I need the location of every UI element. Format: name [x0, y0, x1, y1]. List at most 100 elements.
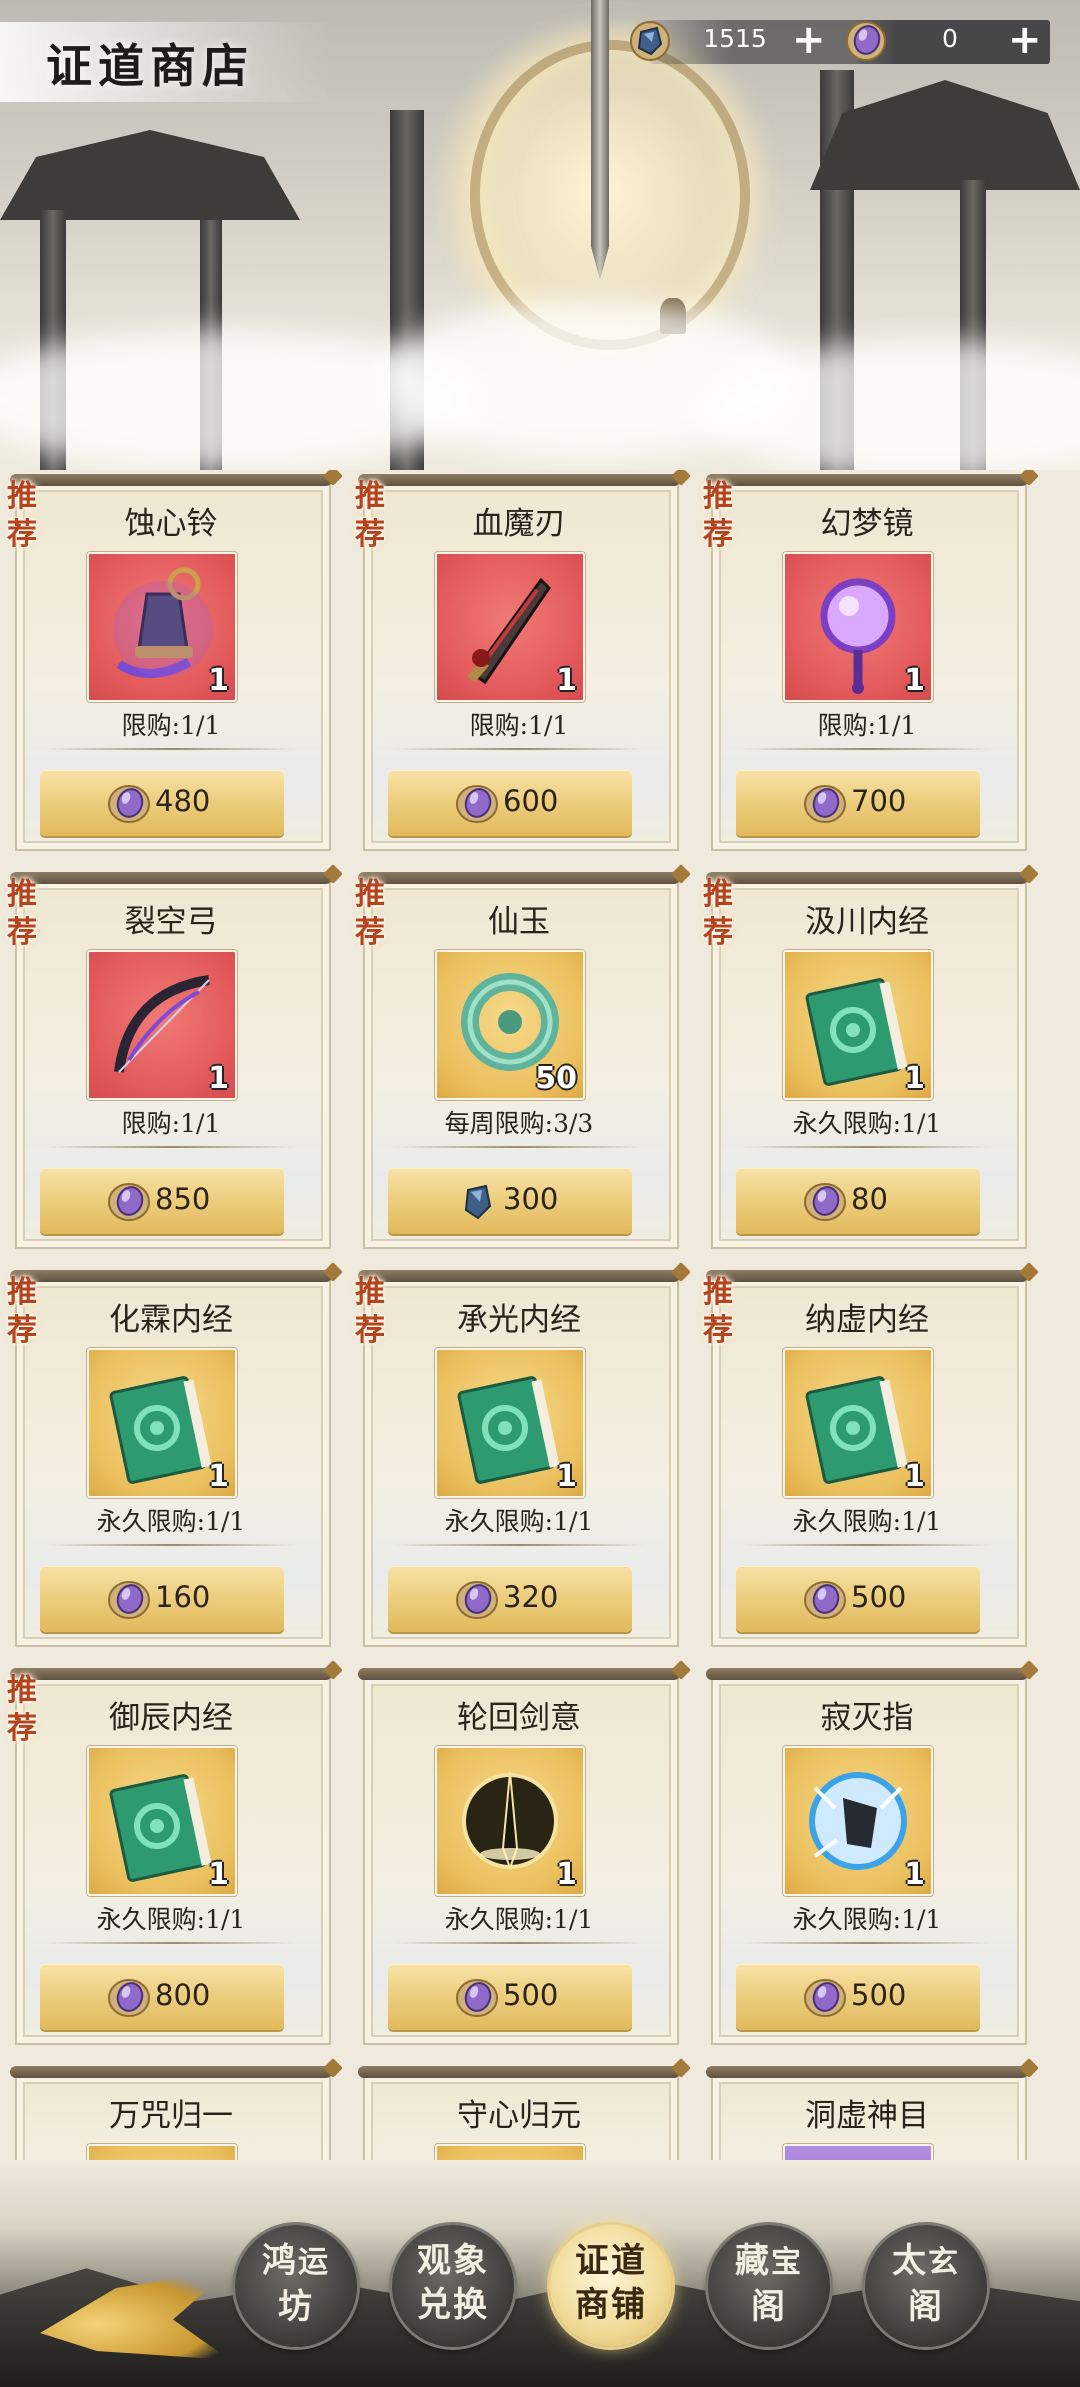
divider — [393, 748, 645, 750]
buy-button[interactable]: 600 — [388, 770, 632, 836]
nav-label-line2: 坊 — [278, 2287, 314, 2327]
currency-blue-value: 1515 — [703, 24, 767, 53]
shop-item-card[interactable]: 推荐 蚀心铃 1 限购:1/1 480 — [0, 470, 340, 851]
purple-crystal-icon — [108, 785, 150, 823]
shop-item-card[interactable]: 推荐 血魔刃 1 限购:1/1 600 — [348, 470, 688, 851]
shop-item-card[interactable]: 推荐 汲川内经 1 永久限购:1/1 80 — [696, 868, 1036, 1249]
divider — [45, 1544, 297, 1546]
purple-crystal-icon — [804, 1979, 846, 2017]
nav-tab-5[interactable]: 太玄阁 — [865, 2225, 987, 2347]
item-icon[interactable]: 1 — [87, 1348, 237, 1498]
item-icon[interactable]: 1 — [87, 1746, 237, 1896]
buy-button[interactable]: 80 — [736, 1168, 980, 1234]
purchase-limit: 永久限购:1/1 — [792, 1905, 942, 1934]
shop-item-card[interactable]: 推荐 幻梦镜 1 限购:1/1 700 — [696, 470, 1036, 851]
item-icon[interactable]: 1 — [783, 1746, 933, 1896]
nav-label-line2: 阁 — [751, 2287, 787, 2327]
nav-tab-2[interactable]: 观象 兑换 — [392, 2225, 514, 2347]
item-price: 500 — [851, 1580, 907, 1614]
item-price: 500 — [503, 1978, 559, 2012]
purple-crystal-icon — [456, 1581, 498, 1619]
buy-button[interactable]: 850 — [40, 1168, 284, 1234]
buy-button[interactable]: 320 — [388, 1566, 632, 1632]
add-purple-currency-button[interactable]: + — [1008, 18, 1042, 62]
shop-item-card[interactable]: 万咒归一 — [0, 2062, 340, 2160]
buy-button[interactable]: 480 — [40, 770, 284, 836]
buy-button[interactable]: 700 — [736, 770, 980, 836]
nav-tab-4[interactable]: 藏宝阁 — [708, 2225, 830, 2347]
item-name: 化霖内经 — [109, 1302, 233, 1338]
purchase-limit: 永久限购:1/1 — [444, 1507, 594, 1536]
item-name: 血魔刃 — [472, 506, 566, 542]
item-icon[interactable]: 1 — [783, 950, 933, 1100]
purchase-limit: 永久限购:1/1 — [444, 1905, 594, 1934]
item-icon — [785, 2146, 931, 2160]
nav-label-line2: 兑换 — [417, 2285, 489, 2325]
shop-item-card[interactable]: 推荐 化霖内经 1 永久限购:1/1 160 — [0, 1266, 340, 1647]
divider — [393, 1942, 645, 1944]
nav-label-line2: 阁 — [908, 2287, 944, 2327]
purple-crystal-icon — [804, 1183, 846, 1221]
shop-item-card[interactable]: 推荐 御辰内经 1 永久限购:1/1 800 — [0, 1664, 340, 2045]
purple-crystal-icon — [804, 785, 846, 823]
item-price: 80 — [851, 1182, 888, 1216]
shop-item-card[interactable]: 推荐 承光内经 1 永久限购:1/1 320 — [348, 1266, 688, 1647]
nav-tab-label: 证道 商铺 — [558, 2239, 664, 2327]
nav-label-line1: 藏 — [735, 2241, 771, 2281]
nav-tab-3[interactable]: 证道 商铺 — [550, 2225, 672, 2347]
item-name: 幻梦镜 — [820, 506, 914, 542]
purchase-limit: 限购:1/1 — [469, 711, 569, 740]
divider — [741, 1146, 993, 1148]
scroll-rod — [10, 1668, 332, 1680]
item-quantity: 1 — [904, 663, 925, 698]
item-name: 汲川内经 — [805, 904, 929, 940]
item-icon[interactable]: 1 — [87, 552, 237, 702]
item-icon[interactable] — [435, 2144, 585, 2160]
shop-item-card[interactable]: 洞虚神目 — [696, 2062, 1036, 2160]
shop-item-card[interactable]: 寂灭指 1 永久限购:1/1 500 — [696, 1664, 1036, 2045]
item-icon[interactable]: 50 — [435, 950, 585, 1100]
buy-button[interactable]: 300 — [388, 1168, 632, 1234]
blue-stone-icon — [630, 21, 670, 61]
item-icon — [89, 2146, 235, 2160]
buy-button[interactable]: 160 — [40, 1566, 284, 1632]
item-quantity: 1 — [556, 1459, 577, 1494]
item-name: 承光内经 — [457, 1302, 581, 1338]
scroll-rod — [10, 872, 332, 884]
shop-item-card[interactable]: 轮回剑意 1 永久限购:1/1 500 — [348, 1664, 688, 2045]
shop-item-card[interactable]: 推荐 纳虚内经 1 永久限购:1/1 500 — [696, 1266, 1036, 1647]
item-icon[interactable]: 1 — [87, 950, 237, 1100]
item-quantity: 1 — [208, 1061, 229, 1096]
buy-button[interactable]: 500 — [388, 1964, 632, 2030]
item-quantity: 1 — [904, 1459, 925, 1494]
divider — [393, 1146, 645, 1148]
add-blue-currency-button[interactable]: + — [792, 18, 826, 62]
shop-item-card[interactable]: 守心归元 — [348, 2062, 688, 2160]
item-icon[interactable]: 1 — [435, 1348, 585, 1498]
item-icon[interactable] — [87, 2144, 237, 2160]
nav-tab-label: 观象 兑换 — [400, 2239, 506, 2327]
item-icon[interactable]: 1 — [783, 552, 933, 702]
item-icon[interactable]: 1 — [435, 552, 585, 702]
giant-sword-illustration — [591, 0, 609, 280]
nav-tab-1[interactable]: 鸿运坊 — [235, 2225, 357, 2347]
item-icon[interactable] — [783, 2144, 933, 2160]
buy-button[interactable]: 500 — [736, 1964, 980, 2030]
item-icon[interactable]: 1 — [783, 1348, 933, 1498]
scroll-rod — [706, 1270, 1028, 1282]
purple-crystal-icon — [456, 1979, 498, 2017]
purple-crystal-icon — [846, 21, 886, 61]
scroll-rod — [358, 474, 680, 486]
divider — [45, 1942, 297, 1944]
shop-item-card[interactable]: 推荐 裂空弓 1 限购:1/1 850 — [0, 868, 340, 1249]
nav-tab-label: 藏宝阁 — [716, 2239, 822, 2329]
item-price: 300 — [503, 1182, 559, 1216]
scroll-rod — [706, 474, 1028, 486]
shop-item-card[interactable]: 推荐 仙玉 50 每周限购:3/3 300 — [348, 868, 688, 1249]
purchase-limit: 限购:1/1 — [121, 711, 221, 740]
buy-button[interactable]: 500 — [736, 1566, 980, 1632]
nav-label-aside: 玄 — [928, 2245, 960, 2280]
buy-button[interactable]: 800 — [40, 1964, 284, 2030]
item-icon[interactable]: 1 — [435, 1746, 585, 1896]
divider — [741, 1544, 993, 1546]
